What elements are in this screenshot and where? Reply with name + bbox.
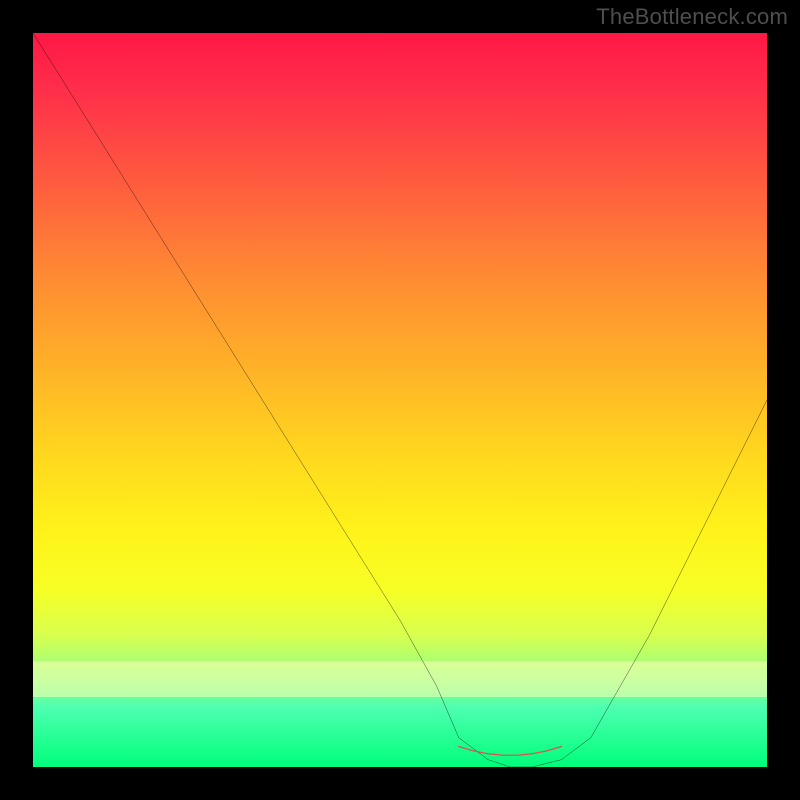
plot-area	[33, 33, 767, 767]
optimal-range-marker-path	[459, 746, 562, 755]
watermark-text: TheBottleneck.com	[596, 4, 788, 30]
chart-svg	[33, 33, 767, 767]
bottleneck-curve-path	[33, 33, 767, 767]
chart-frame: TheBottleneck.com	[0, 0, 800, 800]
